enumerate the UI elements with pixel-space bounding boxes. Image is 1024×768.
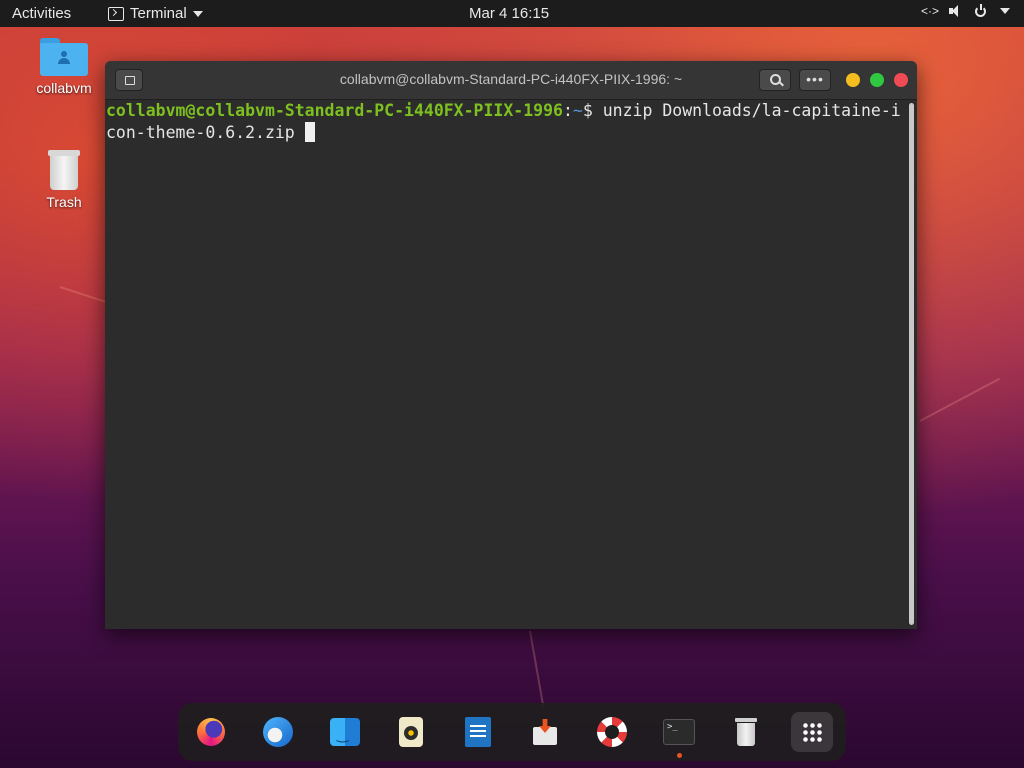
prompt-user: collabvm@collabvm-Standard-PC-i440FX-PII…: [106, 101, 563, 120]
prompt-path: ~: [572, 101, 583, 120]
help-icon: [597, 717, 627, 747]
trash-icon: [735, 718, 757, 746]
wallpaper-streak: [919, 377, 1000, 422]
app-menu-button[interactable]: Terminal: [108, 5, 203, 22]
maximize-button[interactable]: [870, 73, 884, 87]
network-icon: <·>: [921, 4, 940, 18]
text-cursor: [304, 122, 315, 142]
dock-item-thunderbird[interactable]: [257, 712, 299, 752]
scrollbar[interactable]: [909, 103, 914, 625]
terminal-window[interactable]: collabvm@collabvm-Standard-PC-i440FX-PII…: [105, 61, 917, 629]
terminal-icon: [663, 719, 695, 745]
wallpaper-streak: [529, 630, 545, 710]
software-center-icon: [531, 717, 559, 747]
activities-button[interactable]: Activities: [12, 5, 71, 22]
app-grid-icon: [802, 722, 822, 742]
minimize-button[interactable]: [846, 73, 860, 87]
desktop-icon-label: collabvm: [36, 80, 92, 96]
dock-item-firefox[interactable]: [190, 712, 232, 752]
thunderbird-icon: [263, 717, 293, 747]
rhythmbox-icon: [399, 717, 423, 747]
dock-item-rhythmbox[interactable]: [390, 712, 432, 752]
app-menu-label: Terminal: [130, 5, 187, 22]
desktop-icon-trash[interactable]: Trash: [24, 150, 104, 210]
dock-item-help[interactable]: [591, 712, 633, 752]
writer-icon: [465, 717, 491, 747]
search-button[interactable]: [759, 69, 791, 91]
prompt-separator: :: [562, 101, 573, 120]
desktop-icon-label: Trash: [46, 194, 82, 210]
prompt-symbol: $: [582, 101, 603, 120]
menu-button[interactable]: •••: [799, 69, 831, 91]
chevron-down-icon: [192, 10, 203, 17]
close-button[interactable]: [894, 73, 908, 87]
window-title: collabvm@collabvm-Standard-PC-i440FX-PII…: [339, 71, 683, 87]
terminal-output[interactable]: collabvm@collabvm-Standard-PC-i440FX-PII…: [105, 100, 906, 629]
firefox-icon: [197, 718, 225, 746]
dock-item-files[interactable]: [324, 712, 366, 752]
dock-item-software[interactable]: [524, 712, 566, 752]
terminal-icon: [108, 6, 124, 21]
folder-icon: [40, 38, 88, 76]
system-menu[interactable]: <·>: [921, 3, 1010, 18]
file-manager-icon: [330, 718, 360, 746]
running-indicator: [677, 753, 682, 758]
dock-item-trash[interactable]: [725, 712, 767, 752]
show-applications-button[interactable]: [791, 712, 833, 752]
clock[interactable]: Mar 4 16:15: [469, 5, 549, 22]
dock: [178, 703, 846, 761]
dock-item-terminal[interactable]: [658, 712, 700, 758]
trash-icon: [48, 150, 80, 190]
desktop-icon-collabvm[interactable]: collabvm: [24, 38, 104, 96]
chevron-down-icon: [1000, 8, 1010, 14]
window-titlebar[interactable]: collabvm@collabvm-Standard-PC-i440FX-PII…: [105, 61, 917, 100]
top-bar: Activities Terminal Mar 4 16:15 <·>: [0, 0, 1024, 27]
power-icon: [975, 3, 986, 17]
volume-icon: [949, 5, 961, 17]
dock-item-writer[interactable]: [457, 712, 499, 752]
